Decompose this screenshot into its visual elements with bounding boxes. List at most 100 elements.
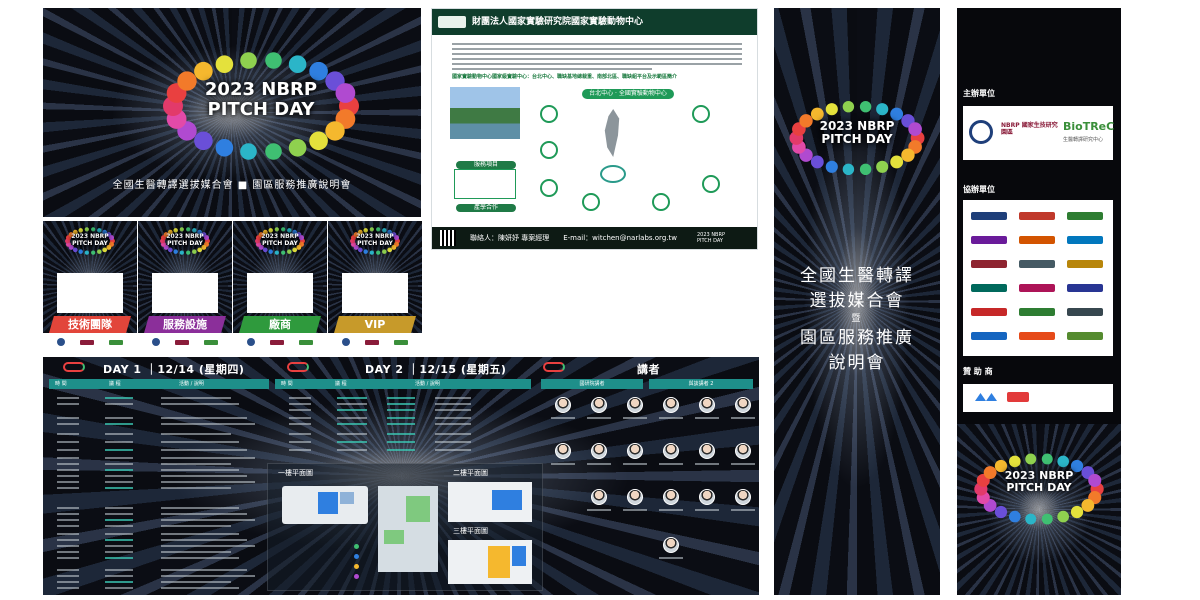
speaker-avatar bbox=[591, 443, 607, 459]
ring-dot bbox=[859, 163, 872, 176]
ring-dot bbox=[288, 55, 307, 73]
ring-dot bbox=[810, 155, 824, 169]
nbrp-logo-icon bbox=[79, 339, 94, 345]
co-organizer-logo bbox=[971, 260, 1007, 268]
vertical-banner: 2023 NBRP PITCH DAY 全國生醫轉譯 選拔媒合會 暨 園區服務推… bbox=[774, 8, 940, 595]
ring-dot bbox=[859, 100, 872, 113]
ring-dot bbox=[376, 227, 381, 232]
event-title: 2023 NBRP PITCH DAY bbox=[155, 80, 367, 120]
nbrp-logo-icon bbox=[364, 339, 379, 345]
floor2-label: 二樓平面圖 bbox=[453, 469, 488, 477]
co-organizer-logo bbox=[971, 332, 1007, 340]
agenda-text-line bbox=[105, 581, 133, 583]
ring-dot bbox=[72, 247, 78, 253]
ring-dot bbox=[825, 160, 838, 173]
agenda-text-line bbox=[289, 409, 311, 411]
event-mini-logo bbox=[63, 362, 85, 372]
speaker-caption bbox=[623, 417, 647, 419]
speaker-caption bbox=[659, 417, 683, 419]
ring-dot bbox=[84, 250, 89, 255]
agenda-text-line bbox=[161, 469, 239, 471]
agenda-text-line bbox=[161, 507, 239, 509]
agenda-text-line bbox=[161, 475, 247, 477]
co-organizer-logo bbox=[1067, 332, 1103, 340]
ring-dot bbox=[97, 228, 102, 233]
agenda-text-line bbox=[105, 475, 133, 477]
floor-map: 一樓平面圖 二樓平面圖 三樓平面圖 bbox=[267, 463, 543, 591]
seal-icon bbox=[56, 338, 65, 346]
agenda-text-line bbox=[161, 423, 255, 425]
seal-icon bbox=[246, 338, 255, 346]
agenda-text-line bbox=[57, 403, 79, 405]
agenda-text-line bbox=[161, 551, 231, 553]
speaker-caption bbox=[731, 463, 755, 465]
agenda-text-line bbox=[387, 409, 415, 411]
col-detail-header: 活動 / 說明 bbox=[179, 381, 204, 387]
badge-role: 技術團隊 bbox=[49, 316, 131, 333]
ring-dot bbox=[1025, 453, 1037, 465]
poster-header: 財團法人國家實驗研究院國家實驗動物中心 bbox=[432, 9, 757, 35]
banner-event-title: 2023 NBRP PITCH DAY bbox=[784, 119, 930, 146]
agenda-text-line bbox=[337, 441, 367, 443]
ring-dot bbox=[186, 227, 191, 232]
agenda-text-line bbox=[161, 519, 255, 521]
speaker-caption bbox=[623, 509, 647, 511]
agenda-text-line bbox=[161, 449, 247, 451]
agenda-text-line bbox=[105, 587, 133, 589]
speaker-avatar bbox=[735, 443, 751, 459]
ring-dot bbox=[363, 228, 368, 233]
speaker-caption bbox=[659, 463, 683, 465]
feature-circle bbox=[702, 175, 720, 193]
agenda-text-line bbox=[105, 463, 133, 465]
ring-dot bbox=[281, 227, 286, 232]
agenda-text-line bbox=[387, 397, 415, 399]
agenda-text-line bbox=[337, 403, 367, 405]
agenda-text-line bbox=[435, 449, 471, 451]
ring-dot bbox=[369, 250, 374, 255]
ring-dot bbox=[363, 249, 368, 254]
floor3-plan bbox=[448, 540, 532, 584]
agenda-text-line bbox=[337, 409, 367, 411]
badge-title-pitch: PITCH DAY bbox=[72, 239, 108, 247]
biotrec-logo: BioTReC bbox=[1063, 120, 1115, 133]
room-block bbox=[406, 496, 430, 522]
co-organizer-logo bbox=[1019, 260, 1055, 268]
col-detail-header: 活動 / 說明 bbox=[415, 381, 440, 387]
schedule-board: DAY 1 ｜12/14 (星期四) 時 間 議 程 活動 / 說明 DAY 2… bbox=[43, 357, 759, 595]
agenda-text-line bbox=[161, 569, 247, 571]
ring-dot bbox=[287, 249, 292, 254]
ring-dot bbox=[825, 103, 838, 116]
ring-dot bbox=[167, 247, 173, 253]
agenda-text-line bbox=[105, 441, 133, 443]
poster-text-line bbox=[452, 48, 742, 50]
badge-role: VIP bbox=[334, 316, 416, 333]
agenda-text-line bbox=[57, 397, 79, 399]
agenda-text-line bbox=[105, 449, 133, 451]
feature-circle bbox=[692, 105, 710, 123]
agenda-text-line bbox=[57, 475, 79, 477]
agenda-text-line bbox=[57, 557, 79, 559]
agenda-text-line bbox=[161, 581, 231, 583]
poster-landscape-photo bbox=[450, 87, 520, 139]
co-organizer-logo bbox=[1019, 308, 1055, 316]
agenda-text-line bbox=[105, 519, 133, 521]
room-block bbox=[492, 490, 522, 510]
badge-footer bbox=[138, 333, 232, 351]
biotrec-logo-icon bbox=[394, 339, 409, 345]
ring-dot bbox=[274, 227, 279, 232]
ring-dot bbox=[901, 148, 915, 162]
ring-dot bbox=[876, 160, 889, 173]
agenda-text-line bbox=[57, 533, 79, 535]
organizer-logos: NBRP 國家生技研究園區 BioTReC 生醫轉譯研究中心 bbox=[963, 106, 1115, 160]
poster-section-b: 產學合作 bbox=[456, 204, 516, 212]
ring-dot bbox=[215, 139, 234, 157]
agenda-text-line bbox=[57, 433, 79, 435]
day2-title: DAY 2 ｜12/15 (星期五) bbox=[365, 363, 507, 376]
agenda-text-line bbox=[57, 513, 79, 515]
ring-dot bbox=[179, 227, 184, 232]
nbrp-logo-icon bbox=[174, 339, 189, 345]
legend-dot bbox=[354, 564, 359, 569]
agenda-text-line bbox=[105, 513, 133, 515]
agenda-text-line bbox=[435, 433, 471, 435]
agenda-text-line bbox=[387, 449, 415, 451]
